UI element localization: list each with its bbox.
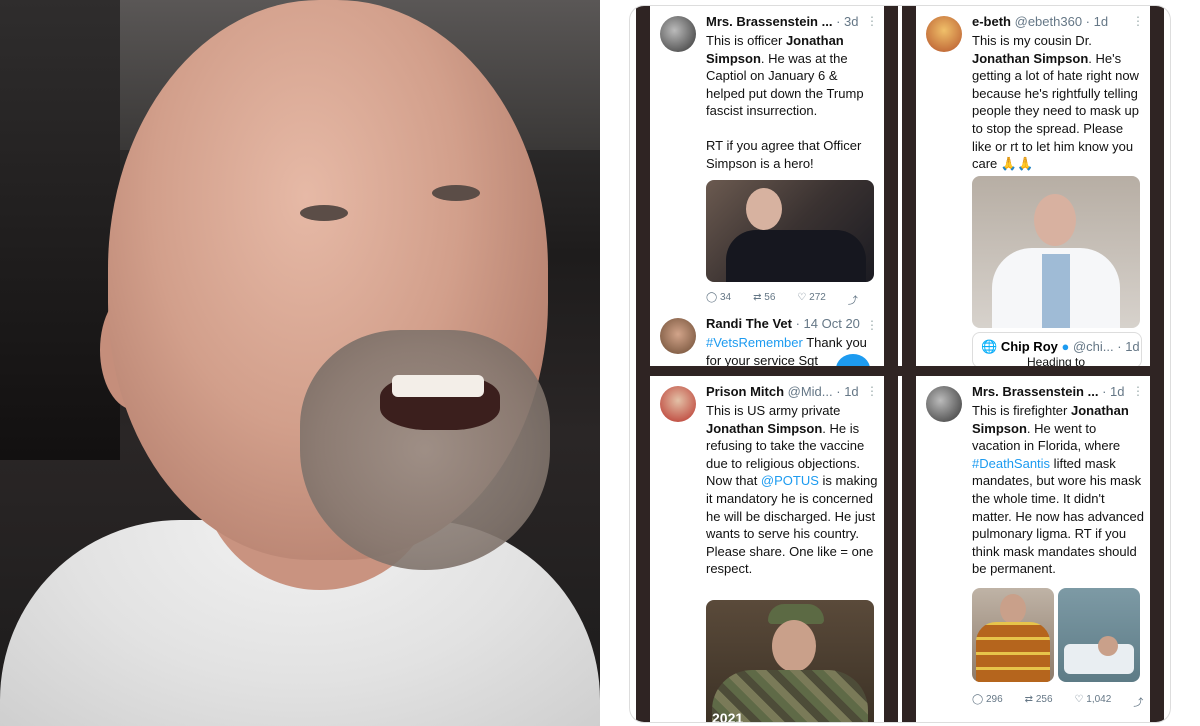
text-span: This is my cousin Dr. — [972, 33, 1092, 48]
photo-doctor[interactable] — [972, 176, 1140, 328]
author-name[interactable]: Randi The Vet — [706, 316, 792, 331]
timestamp: · 1d — [836, 384, 859, 399]
share-icon[interactable]: ⤴ — [848, 292, 858, 307]
turnout-gear — [976, 622, 1050, 682]
face — [772, 620, 816, 672]
author-name[interactable]: Mrs. Brassenstein ... — [706, 14, 832, 29]
car-window — [0, 0, 120, 460]
tweet-actions: ◯ 34 ⇄ 56 ♡ 272 ⤴ — [706, 292, 858, 307]
handle: @ebeth360 — [1014, 14, 1083, 29]
photo-year-label: 2021 — [712, 710, 744, 722]
photo-firefighter[interactable] — [972, 588, 1054, 682]
tweet-card-doctor[interactable]: e-beth @ebeth360 · 1d ⋮ This is my cousi… — [916, 6, 1150, 366]
text-span: This is firefighter — [972, 403, 1071, 418]
teeth — [392, 375, 484, 397]
reply-icon[interactable]: ◯ 296 — [972, 694, 1003, 709]
timestamp: · 14 Oct 20 — [795, 316, 860, 331]
text-span: RT if you agree that Officer Simpson is … — [706, 137, 862, 171]
video-frame — [0, 0, 600, 726]
divider-bar — [636, 6, 650, 722]
text-span: . He's getting a lot of hate right now b… — [972, 50, 1139, 172]
more-icon[interactable]: ⋮ — [1132, 14, 1144, 28]
globe-icon: 🌐 — [981, 339, 998, 354]
tweet-text: This is US army private Jonathan Simpson… — [706, 402, 878, 578]
avatar[interactable] — [660, 16, 696, 52]
tweet-header: Mrs. Brassenstein ... · 3d — [706, 14, 858, 29]
more-icon[interactable]: ⋮ — [866, 318, 878, 332]
tweet-card-vet[interactable]: Randi The Vet · 14 Oct 20 ⋮ #VetsRemembe… — [650, 310, 884, 366]
avatar[interactable] — [926, 16, 962, 52]
verified-icon: ● — [1061, 339, 1070, 354]
right-eye — [432, 185, 480, 201]
divider-bar — [902, 6, 916, 722]
divider-bar — [1150, 6, 1164, 722]
tweet-card-firefighter[interactable]: Mrs. Brassenstein ... · 1d ⋮ This is fir… — [916, 376, 1150, 722]
hashtag-link[interactable]: #VetsRemember — [706, 335, 803, 350]
text-span: lifted mask mandates, but wore his mask … — [972, 455, 1144, 577]
like-count: 1,042 — [1086, 694, 1112, 705]
retweet-count: 56 — [764, 292, 776, 303]
timestamp: · 1d — [1102, 384, 1125, 399]
retweet-count: 256 — [1035, 694, 1053, 705]
face — [1000, 594, 1026, 624]
avatar[interactable] — [926, 386, 962, 422]
more-icon[interactable]: ⋮ — [866, 384, 878, 398]
share-icon[interactable]: ⤴ — [1133, 694, 1143, 709]
like-icon[interactable]: ♡ 272 — [797, 292, 825, 307]
text-span: This is officer — [706, 33, 786, 48]
reply-count: 296 — [985, 694, 1003, 705]
more-icon[interactable]: ⋮ — [866, 14, 878, 28]
reply-count: 34 — [719, 292, 732, 303]
hashtag-link[interactable]: #DeathSantis — [972, 456, 1050, 471]
like-count: 272 — [809, 292, 826, 303]
photo-soldier[interactable]: 2021 — [706, 600, 874, 722]
quote-tweet[interactable]: 🌐 Chip Roy ● @chi... · 1d Heading to — [972, 332, 1142, 366]
tweet-header: Randi The Vet · 14 Oct 20 — [706, 316, 860, 331]
author-name[interactable]: Mrs. Brassenstein ... — [972, 384, 1098, 399]
text-span: is making it mandatory he is concerned h… — [706, 473, 878, 577]
tweet-text: This is officer Jonathan Simpson. He was… — [706, 32, 878, 172]
retweet-icon[interactable]: ⇄ 256 — [1025, 694, 1053, 709]
tweet-collage: Mrs. Brassenstein ... · 3d ⋮ This is off… — [630, 6, 1170, 722]
timestamp: · 1d — [1085, 14, 1109, 29]
quote-text: Heading to — [1027, 355, 1086, 366]
timestamp: · 3d — [836, 14, 859, 29]
divider-bar — [636, 366, 1164, 376]
tweet-header: e-beth @ebeth360 · 1d — [972, 14, 1108, 29]
uniform — [726, 230, 866, 282]
bold-name: Jonathan Simpson — [972, 50, 1089, 66]
quote-header: 🌐 Chip Roy ● @chi... · 1d — [981, 339, 1140, 355]
bold-name: Jonathan Simpson — [706, 420, 823, 436]
avatar[interactable] — [660, 318, 696, 354]
handle: @Mid... — [787, 384, 833, 399]
tweet-text: This is my cousin Dr. Jonathan Simpson. … — [972, 32, 1144, 173]
tweet-card-officer[interactable]: Mrs. Brassenstein ... · 3d ⋮ This is off… — [650, 6, 884, 308]
author-name[interactable]: e-beth — [972, 14, 1011, 29]
like-icon[interactable]: ♡ 1,042 — [1075, 694, 1112, 709]
tweet-actions: ◯ 296 ⇄ 256 ♡ 1,042 ⤴ — [972, 694, 1143, 709]
text-span: This is US army private — [706, 403, 841, 418]
shirt — [1042, 254, 1070, 328]
face — [1098, 636, 1118, 656]
reply-icon[interactable]: ◯ 34 — [706, 292, 731, 307]
avatar[interactable] — [660, 386, 696, 422]
face — [746, 188, 782, 230]
divider-bar — [884, 6, 898, 722]
quote-meta: @chi... · 1d — [1072, 339, 1140, 354]
photo-hospital[interactable] — [1058, 588, 1140, 682]
tweet-header: Prison Mitch @Mid... · 1d — [706, 384, 859, 399]
mention-link[interactable]: @POTUS — [761, 473, 819, 488]
more-icon[interactable]: ⋮ — [1132, 384, 1144, 398]
photo-officer[interactable] — [706, 180, 874, 282]
quote-author: Chip Roy — [1000, 339, 1058, 354]
beard — [300, 330, 550, 570]
left-eye — [300, 205, 348, 221]
tweet-text: This is firefighter Jonathan Simpson. He… — [972, 402, 1144, 578]
tweet-header: Mrs. Brassenstein ... · 1d — [972, 384, 1124, 399]
tweet-card-army[interactable]: Prison Mitch @Mid... · 1d ⋮ This is US a… — [650, 376, 884, 722]
author-name[interactable]: Prison Mitch — [706, 384, 784, 399]
retweet-icon[interactable]: ⇄ 56 — [753, 292, 775, 307]
face — [1034, 194, 1076, 246]
